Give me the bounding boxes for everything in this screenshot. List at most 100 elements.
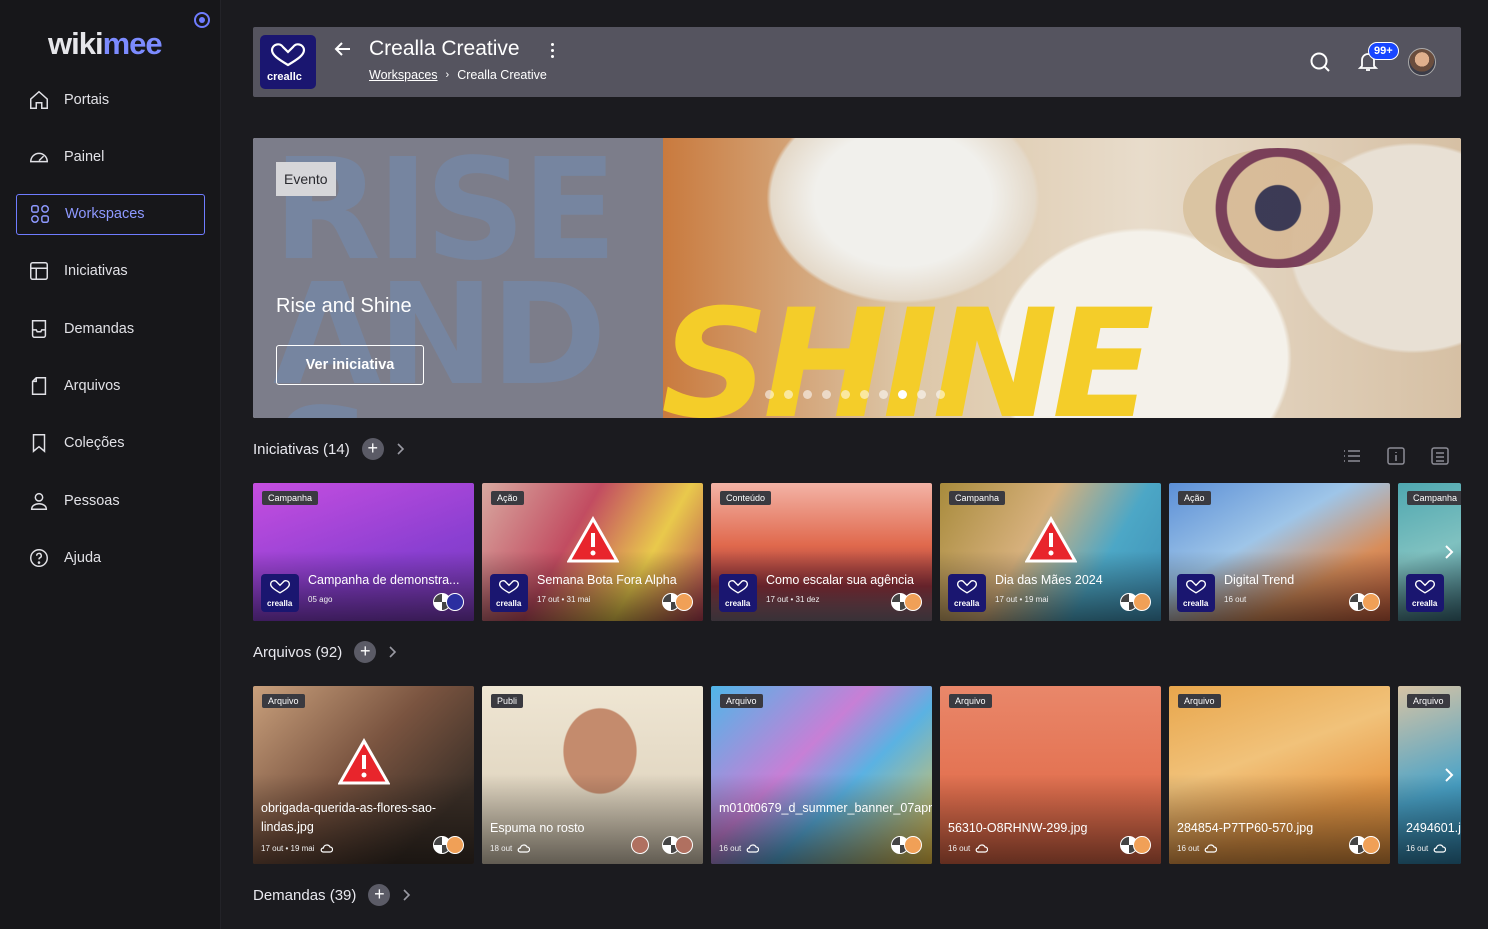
workspace-logo-text: creallc (267, 71, 302, 83)
sidebar-item-iniciativas[interactable]: Iniciativas (16, 251, 205, 292)
section-title[interactable]: Arquivos (253, 644, 311, 661)
file-card[interactable]: Publi Espuma no rosto 18 out (482, 686, 703, 864)
carousel-dot[interactable] (917, 390, 926, 399)
carousel-dot[interactable] (879, 390, 888, 399)
workspace-logo[interactable]: creallc (260, 35, 316, 89)
card-avatars (631, 836, 693, 854)
sidebar-item-label: Coleções (64, 435, 125, 452)
cloud-icon (517, 844, 531, 853)
carousel-dot[interactable] (898, 390, 907, 399)
file-card[interactable]: Arquivo 284854-P7TP60-570.jpg 16 out (1169, 686, 1390, 864)
search-icon[interactable] (1309, 51, 1331, 73)
sidebar-item-colecoes[interactable]: Coleções (16, 423, 205, 464)
help-icon (30, 548, 48, 567)
add-initiative-button[interactable]: + (361, 438, 384, 460)
card-avatars (1349, 836, 1380, 854)
chevron-right-icon[interactable] (402, 889, 411, 901)
sidebar-item-painel[interactable]: Painel (16, 136, 205, 177)
add-demand-button[interactable]: + (368, 884, 391, 906)
workspace-title: Crealla Creative (369, 37, 520, 60)
featured-banner[interactable]: SHINE RISE AND S Evento Rise and Shine V… (253, 138, 1461, 418)
card-tag: Campanha (949, 491, 1006, 505)
card-tag: Ação (1178, 491, 1211, 505)
inbox-icon (31, 319, 47, 338)
initiative-card[interactable]: Ação crealla Semana Bota Fora Alpha 17 o… (482, 483, 703, 621)
file-date: 17 out • 19 mai (261, 844, 333, 853)
section-count: (39) (329, 886, 357, 904)
chevron-right-icon[interactable] (388, 646, 397, 658)
sidebar-item-workspaces[interactable]: Workspaces (16, 193, 205, 235)
sidebar-item-label: Portais (64, 91, 110, 108)
arquivos-section-header: Arquivos (92) + (253, 641, 397, 663)
more-options-icon[interactable] (549, 43, 555, 61)
sidebar-item-pessoas[interactable]: Pessoas (16, 480, 205, 521)
home-icon (30, 90, 48, 109)
avatar (446, 593, 464, 611)
sidebar-item-label: Arquivos (64, 377, 121, 394)
warning-icon (338, 738, 390, 785)
breadcrumb-current: Crealla Creative (457, 68, 547, 82)
section-title[interactable]: Iniciativas (253, 441, 319, 458)
chevron-right-icon[interactable] (396, 443, 405, 455)
view-initiative-button[interactable]: Ver iniciativa (276, 345, 424, 385)
workspace-logo: crealla (490, 574, 528, 612)
card-avatars (891, 836, 922, 854)
list-view-icon[interactable] (1342, 446, 1362, 466)
sidebar-item-ajuda[interactable]: Ajuda (16, 537, 205, 578)
initiative-card[interactable]: Campanha crealla Campanha de demonstra..… (253, 483, 474, 621)
card-date: 16 out (1224, 595, 1247, 604)
section-count: (14) (323, 440, 350, 458)
card-tag: Ação (491, 491, 524, 505)
next-arrow-icon[interactable] (1440, 766, 1458, 784)
sidebar-item-arquivos[interactable]: Arquivos (16, 365, 205, 406)
carousel-dots (765, 390, 945, 399)
carousel-dot[interactable] (936, 390, 945, 399)
grid-icon (31, 205, 49, 224)
sidebar-item-portais[interactable]: Portais (16, 79, 205, 120)
card-avatars (1120, 593, 1151, 611)
info-icon[interactable] (1386, 446, 1406, 466)
card-tag: Arquivo (262, 694, 305, 708)
avatar (904, 836, 922, 854)
heart-logo-icon (727, 580, 749, 594)
table-view-icon[interactable] (1430, 446, 1450, 466)
card-date: 17 out • 19 mai (995, 595, 1049, 604)
notification-badge: 99+ (1368, 42, 1399, 60)
carousel-dot[interactable] (803, 390, 812, 399)
next-arrow-icon[interactable] (1440, 543, 1458, 561)
heart-logo-icon (1414, 580, 1436, 594)
card-title: Semana Bota Fora Alpha (537, 573, 677, 587)
file-card[interactable]: Arquivo m010t0679_d_summer_banner_07apr2… (711, 686, 932, 864)
cloud-icon (320, 844, 333, 853)
workspace-logo: crealla (948, 574, 986, 612)
wikimee-logo[interactable]: wikimee (48, 26, 163, 62)
section-title[interactable]: Demandas (253, 887, 326, 904)
event-tag: Evento (276, 162, 336, 196)
file-date-text: 16 out (1177, 844, 1200, 853)
carousel-dot[interactable] (765, 390, 774, 399)
card-tag: Arquivo (1407, 694, 1450, 708)
sidebar-item-label: Ajuda (64, 549, 102, 566)
card-date: 17 out • 31 mai (537, 595, 591, 604)
file-card[interactable]: Arquivo obrigada-querida-as-flores-sao-l… (253, 686, 474, 864)
user-avatar[interactable] (1408, 48, 1436, 76)
card-avatars (891, 593, 922, 611)
initiative-card[interactable]: Campanha crealla Dia das Mães 2024 17 ou… (940, 483, 1161, 621)
card-avatars (433, 593, 464, 611)
breadcrumb-workspaces-link[interactable]: Workspaces (369, 68, 438, 82)
breadcrumb-separator-icon: › (445, 69, 450, 81)
carousel-dot[interactable] (822, 390, 831, 399)
file-card[interactable]: Arquivo 56310-O8RHNW-299.jpg 16 out (940, 686, 1161, 864)
back-arrow-icon[interactable] (333, 39, 353, 59)
add-file-button[interactable]: + (354, 641, 377, 663)
sidebar-nav: Portais Painel Workspaces Iniciativas De… (16, 79, 205, 595)
carousel-dot[interactable] (784, 390, 793, 399)
sidebar-item-demandas[interactable]: Demandas (16, 308, 205, 349)
avatar (446, 836, 464, 854)
initiative-card[interactable]: Ação crealla Digital Trend 16 out (1169, 483, 1390, 621)
card-date: 05 ago (308, 595, 333, 604)
carousel-dot[interactable] (860, 390, 869, 399)
carousel-dot[interactable] (841, 390, 850, 399)
status-radio-icon[interactable] (194, 12, 210, 28)
initiative-card[interactable]: Conteúdo crealla Como escalar sua agênci… (711, 483, 932, 621)
